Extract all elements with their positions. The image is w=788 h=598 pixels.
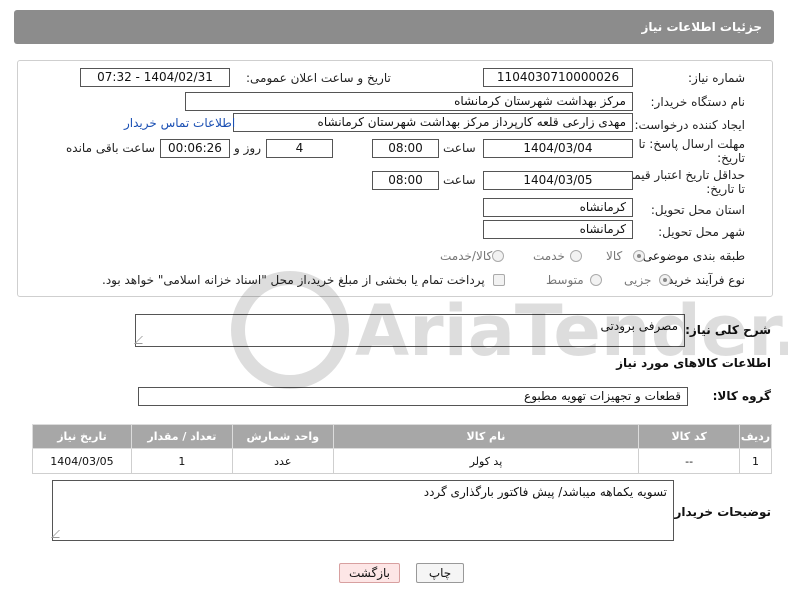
page-header: جزئیات اطلاعات نیاز: [14, 10, 774, 44]
buyer-notes-textarea: تسویه یکماهه میباشد/ پیش فاکتور بارگذاری…: [51, 480, 674, 541]
goods-table: ردیف کد کالا نام کالا واحد شمارش تعداد /…: [32, 424, 772, 474]
cell-unit: عدد: [231, 448, 334, 474]
price-validity-label-line2: تا تاریخ:: [706, 182, 745, 196]
reply-date-field: 1404/03/04: [483, 139, 633, 158]
cell-row-number: 1: [739, 448, 772, 474]
city-field: کرمانشاه: [483, 220, 633, 239]
process-radio-medium[interactable]: [590, 274, 602, 286]
price-validity-time-label: ساعت: [443, 173, 476, 187]
buyer-org-field: مرکز بهداشت شهرستان کرمانشاه: [185, 92, 633, 111]
province-label: استان محل تحویل:: [650, 203, 745, 217]
announce-datetime-label: تاریخ و ساعت اعلان عمومی:: [246, 71, 391, 85]
cell-need-date: 1404/03/05: [32, 448, 132, 474]
announce-datetime-field: 1404/02/31 - 07:32: [80, 68, 230, 87]
cell-quantity: 1: [130, 448, 233, 474]
purchase-process-label: نوع فرآیند خرید :: [660, 273, 745, 287]
buyer-notes-text: تسویه یکماهه میباشد/ پیش فاکتور بارگذاری…: [423, 485, 667, 499]
city-label: شهر محل تحویل:: [658, 225, 745, 239]
col-need-date: تاریخ نیاز: [32, 424, 132, 449]
table-row: 1 -- پد کولر عدد 1 1404/03/05: [32, 448, 772, 474]
category-radio-service[interactable]: [570, 250, 582, 262]
remaining-time-field: 00:06:26: [160, 139, 230, 158]
need-description-textarea: مصرفی برودتی: [134, 314, 685, 347]
category-radio-goods-service[interactable]: [492, 250, 504, 262]
reply-deadline-label-line2: تاریخ:: [717, 151, 745, 165]
resize-grip-icon: [134, 336, 150, 344]
col-goods-name: نام کالا: [332, 424, 640, 449]
col-row-number: ردیف: [739, 424, 772, 449]
col-unit: واحد شمارش: [231, 424, 334, 449]
price-validity-date-field: 1404/03/05: [483, 171, 633, 190]
goods-table-header-row: ردیف کد کالا نام کالا واحد شمارش تعداد /…: [32, 424, 772, 449]
process-radio-minor[interactable]: [659, 274, 671, 286]
cell-goods-code: --: [638, 448, 741, 474]
cell-goods-name: پد کولر: [332, 448, 640, 474]
category-label: طبقه بندی موضوعی:: [638, 249, 745, 263]
reply-time-label: ساعت: [443, 141, 476, 155]
reply-time-field: 08:00: [372, 139, 439, 158]
category-option-service: خدمت: [533, 249, 565, 263]
province-field: کرمانشاه: [483, 198, 633, 217]
print-button[interactable]: چاپ: [416, 563, 464, 583]
remaining-time-label: ساعت باقی مانده: [66, 141, 156, 155]
creator-field: مهدی زارعی قلعه کارپرداز مرکز بهداشت شهر…: [233, 113, 633, 132]
need-number-field: 1104030710000026: [483, 68, 633, 87]
process-option-medium: متوسط: [546, 273, 584, 287]
goods-section-title: اطلاعات کالاهای مورد نیاز: [616, 356, 771, 370]
category-radio-goods[interactable]: [633, 250, 645, 262]
goods-group-field: قطعات و تجهیزات تهویه مطبوع: [138, 387, 688, 406]
col-goods-code: کد کالا: [638, 424, 741, 449]
process-option-minor: جزیی: [624, 273, 652, 287]
page-title: جزئیات اطلاعات نیاز: [641, 20, 762, 34]
resize-grip-icon: [51, 530, 67, 538]
days-remaining-field: 4: [266, 139, 333, 158]
creator-label: ایجاد کننده درخواست:: [634, 118, 745, 132]
need-description-label: شرح کلی نیاز:: [685, 323, 771, 337]
goods-group-label: گروه کالا:: [712, 389, 771, 403]
treasury-payment-note: پرداخت تمام یا بخشی از مبلغ خرید،از محل …: [102, 273, 485, 287]
category-option-goods: کالا: [606, 249, 623, 263]
category-option-goods-service: کالا/خدمت: [440, 249, 493, 263]
buyer-notes-label: توضیحات خریدار:: [669, 505, 771, 519]
price-validity-time-field: 08:00: [372, 171, 439, 190]
buyer-org-label: نام دستگاه خریدار:: [650, 95, 746, 109]
price-validity-label: حداقل تاریخ اعتبار قیمت:: [618, 168, 745, 182]
need-description-text: مصرفی برودتی: [600, 319, 678, 333]
treasury-payment-checkbox[interactable]: [493, 274, 505, 286]
days-label: روز و: [234, 141, 261, 155]
need-number-label: شماره نیاز:: [688, 71, 745, 85]
buyer-contact-link[interactable]: اطلاعات تماس خریدار: [124, 116, 235, 130]
reply-deadline-label: مهلت ارسال پاسخ: تا: [638, 137, 745, 151]
back-button[interactable]: بازگشت: [339, 563, 400, 583]
col-quantity: تعداد / مقدار: [130, 424, 233, 449]
